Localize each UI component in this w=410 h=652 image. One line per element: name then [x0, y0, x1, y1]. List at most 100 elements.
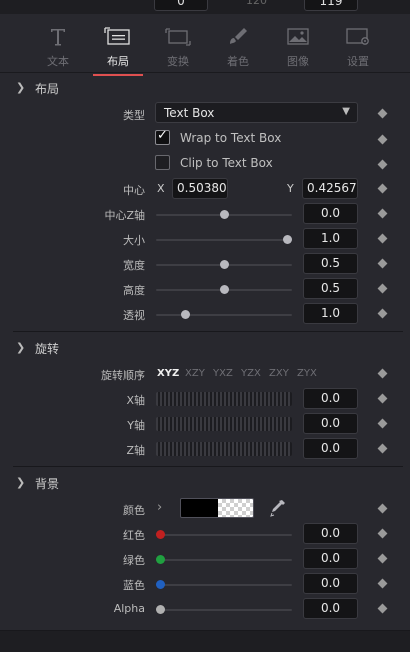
keyframe-diamond-icon[interactable] — [377, 418, 388, 429]
keyframe-diamond-icon[interactable] — [377, 208, 388, 219]
keyframe-diamond-icon[interactable] — [377, 233, 388, 244]
type-select-value: Text Box — [164, 106, 215, 120]
rotation-x-input[interactable]: 0.0 — [303, 388, 358, 409]
width-slider-knob[interactable] — [219, 260, 229, 269]
tab-transform[interactable]: 变换 — [153, 26, 203, 72]
row-blue: 蓝色 0.0 — [0, 572, 410, 597]
keyframe-diamond-icon[interactable] — [377, 283, 388, 294]
red-input[interactable]: 0.0 — [303, 523, 358, 544]
top-right-value-field[interactable]: 119 — [304, 0, 358, 11]
height-slider-knob[interactable] — [219, 285, 229, 294]
red-label: 红色 — [123, 529, 145, 542]
keyframe-diamond-icon[interactable] — [377, 108, 388, 119]
alpha-input[interactable]: 0.0 — [303, 598, 358, 619]
chevron-down-icon: ❯ — [16, 341, 26, 354]
rotation-y-input[interactable]: 0.0 — [303, 413, 358, 434]
keyframe-diamond-icon[interactable] — [377, 578, 388, 589]
red-slider-knob[interactable] — [156, 530, 165, 539]
keyframe-diamond-icon[interactable] — [377, 603, 388, 614]
wrap-checkbox[interactable]: ✓ — [155, 128, 170, 145]
center-z-label: 中心Z轴 — [104, 209, 145, 222]
tab-layout[interactable]: 布局 — [93, 26, 143, 76]
keyframe-diamond-icon[interactable] — [377, 443, 388, 454]
center-x-label: X — [157, 182, 165, 195]
rotation-order-option[interactable]: YZX — [241, 368, 261, 379]
center-y-label: Y — [287, 182, 294, 195]
clip-checkbox[interactable] — [155, 155, 170, 170]
blue-slider-knob[interactable] — [156, 580, 165, 589]
rotation-x-jog-wheel[interactable] — [156, 392, 292, 406]
checkmark-icon: ✓ — [157, 128, 168, 143]
size-slider-knob[interactable] — [283, 235, 292, 244]
rotation-order-option[interactable]: YXZ — [213, 368, 233, 379]
rotation-order-option[interactable]: XZY — [185, 368, 205, 379]
perspective-slider-knob[interactable] — [181, 310, 191, 319]
row-rotation-y: Y轴 0.0 — [0, 412, 410, 437]
rotation-z-jog-wheel[interactable] — [156, 442, 292, 456]
keyframe-diamond-icon[interactable] — [377, 183, 388, 194]
type-select[interactable]: Text Box ▼ — [155, 102, 358, 123]
section-background-header[interactable]: ❯ 背景 — [0, 471, 410, 497]
row-center-z: 中心Z轴 0.0 — [0, 202, 410, 227]
row-red: 红色 0.0 — [0, 522, 410, 547]
color-swatch[interactable] — [180, 498, 254, 518]
rotation-y-jog-wheel[interactable] — [156, 417, 292, 431]
center-y-input[interactable]: 0.425675 — [302, 178, 358, 199]
blue-label: 蓝色 — [123, 579, 145, 592]
perspective-slider[interactable] — [156, 314, 292, 316]
green-slider[interactable] — [156, 559, 292, 561]
keyframe-diamond-icon[interactable] — [377, 528, 388, 539]
eyedropper-icon[interactable] — [269, 498, 287, 522]
shading-brush-icon — [213, 26, 263, 48]
center-z-input[interactable]: 0.0 — [303, 203, 358, 224]
keyframe-diamond-icon[interactable] — [377, 368, 388, 379]
rotation-x-label: X轴 — [126, 394, 145, 407]
rotation-order-option[interactable]: ZXY — [269, 368, 289, 379]
color-swatch-alpha — [218, 499, 253, 517]
green-input[interactable]: 0.0 — [303, 548, 358, 569]
rotation-z-input[interactable]: 0.0 — [303, 438, 358, 459]
blue-slider[interactable] — [156, 584, 292, 586]
alpha-slider-knob[interactable] — [156, 605, 165, 614]
tab-settings[interactable]: 设置 — [333, 26, 383, 72]
color-swatch-solid — [181, 499, 218, 517]
text-tool-icon — [33, 26, 83, 48]
height-input[interactable]: 0.5 — [303, 278, 358, 299]
tab-image-label: 图像 — [287, 55, 309, 68]
blue-input[interactable]: 0.0 — [303, 573, 358, 594]
keyframe-diamond-icon[interactable] — [377, 134, 388, 145]
tab-text[interactable]: 文本 — [33, 26, 83, 72]
alpha-slider[interactable] — [156, 609, 292, 611]
rotation-y-label: Y轴 — [127, 419, 145, 432]
size-input[interactable]: 1.0 — [303, 228, 358, 249]
section-rotation-header[interactable]: ❯ 旋转 — [0, 336, 410, 362]
row-size: 大小 1.0 — [0, 227, 410, 252]
green-slider-knob[interactable] — [156, 555, 165, 564]
center-z-slider-knob[interactable] — [219, 210, 229, 219]
keyframe-diamond-icon[interactable] — [377, 159, 388, 170]
red-slider[interactable] — [156, 534, 292, 536]
keyframe-diamond-icon[interactable] — [377, 308, 388, 319]
size-label: 大小 — [123, 234, 145, 247]
section-layout-header[interactable]: ❯ 布局 — [0, 76, 410, 102]
rotation-order-option[interactable]: XYZ — [157, 368, 179, 379]
height-label: 高度 — [123, 284, 145, 297]
row-clip: Clip to Text Box — [0, 153, 410, 178]
chevron-right-icon[interactable]: › — [157, 500, 162, 515]
keyframe-diamond-icon[interactable] — [377, 553, 388, 564]
section-divider — [13, 331, 403, 332]
keyframe-diamond-icon[interactable] — [377, 393, 388, 404]
rotation-order-option[interactable]: ZYX — [297, 368, 317, 379]
perspective-input[interactable]: 1.0 — [303, 303, 358, 324]
wrap-checkbox-label[interactable]: Wrap to Text Box — [180, 131, 281, 145]
size-slider[interactable] — [156, 239, 292, 241]
keyframe-diamond-icon[interactable] — [377, 503, 388, 514]
keyframe-diamond-icon[interactable] — [377, 258, 388, 269]
center-x-input[interactable]: 0.503802 — [172, 178, 228, 199]
tab-shading[interactable]: 着色 — [213, 26, 263, 72]
top-left-value-field[interactable]: 0 — [154, 0, 208, 11]
width-input[interactable]: 0.5 — [303, 253, 358, 274]
rotation-order-label: 旋转顺序 — [101, 369, 145, 382]
tab-image[interactable]: 图像 — [273, 26, 323, 72]
clip-checkbox-label[interactable]: Clip to Text Box — [180, 156, 273, 170]
